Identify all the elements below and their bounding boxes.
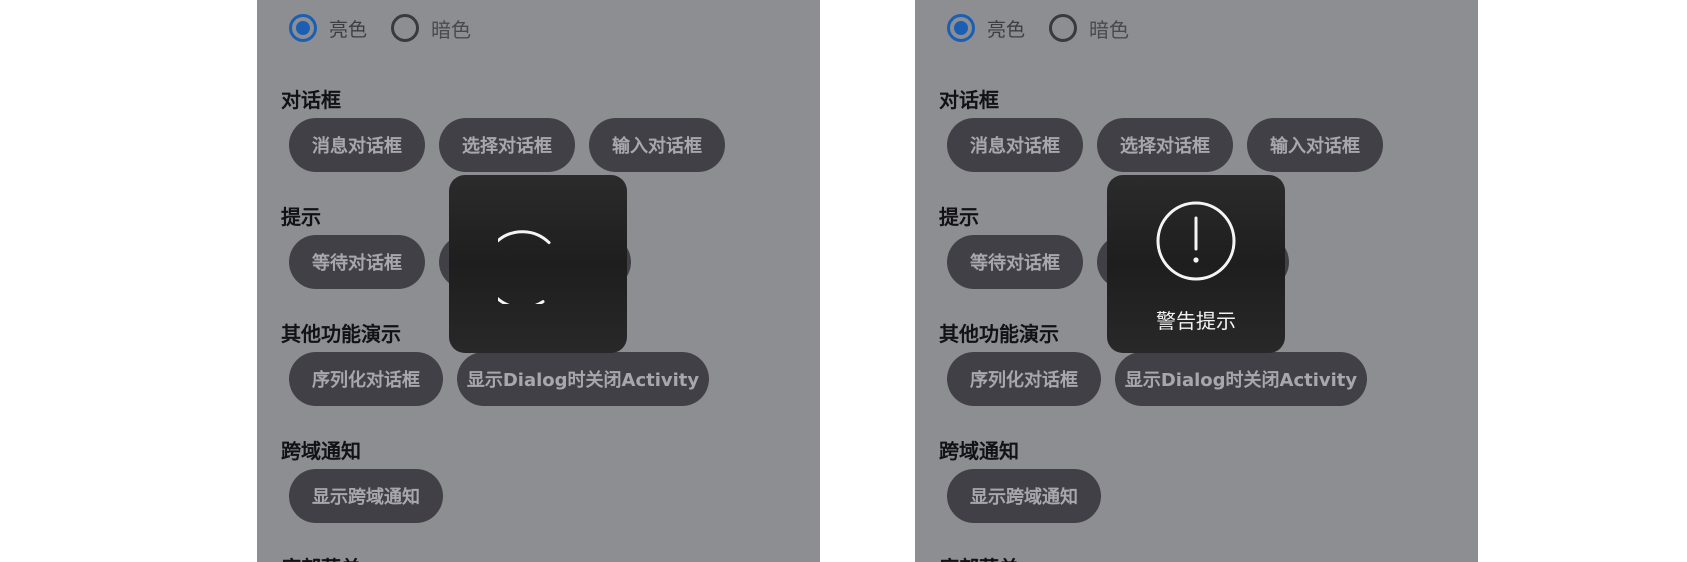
phone-screen-warning: 亮色 暗色 对话框 消息对话框 选择对话框 输入对话框 提示 等待对话框 其他功… [915, 0, 1478, 562]
loading-overlay [449, 175, 627, 353]
dark-radio[interactable] [391, 14, 420, 42]
phone-screen-loading: 亮色 暗色 对话框 消息对话框 选择对话框 输入对话框 提示 等待对话框 其他功… [257, 0, 820, 562]
section-title-bottom-menu: 底部菜单 [281, 552, 361, 562]
section-title-tips: 提示 [281, 205, 321, 229]
select-dialog-button[interactable]: 选择对话框 [439, 118, 575, 172]
section-title-cross: 跨域通知 [281, 439, 361, 463]
cross-notify-button[interactable]: 显示跨域通知 [289, 469, 443, 523]
message-dialog-button[interactable]: 消息对话框 [289, 118, 425, 172]
input-dialog-button[interactable]: 输入对话框 [1247, 118, 1383, 172]
section-title-dialog: 对话框 [939, 88, 999, 112]
close-activity-button[interactable]: 显示Dialog时关闭Activity [457, 352, 709, 406]
light-label: 亮色 [987, 18, 1026, 41]
section-title-bottom-menu: 底部菜单 [939, 552, 1019, 562]
section-title-dialog: 对话框 [281, 88, 341, 112]
close-activity-button[interactable]: 显示Dialog时关闭Activity [1115, 352, 1367, 406]
light-radio[interactable] [289, 14, 317, 42]
light-label: 亮色 [329, 18, 368, 41]
input-dialog-button[interactable]: 输入对话框 [589, 118, 725, 172]
section-title-cross: 跨域通知 [939, 439, 1019, 463]
theme-radio-group: 亮色 暗色 [947, 10, 1153, 46]
select-dialog-button[interactable]: 选择对话框 [1097, 118, 1233, 172]
serialize-dialog-button[interactable]: 序列化对话框 [947, 352, 1101, 406]
dark-label: 暗色 [431, 17, 472, 42]
cross-notify-button[interactable]: 显示跨域通知 [947, 469, 1101, 523]
dark-radio[interactable] [1049, 14, 1078, 42]
section-title-other: 其他功能演示 [939, 322, 1059, 346]
section-title-other: 其他功能演示 [281, 322, 401, 346]
light-radio[interactable] [947, 14, 975, 42]
warning-text: 警告提示 [1156, 309, 1236, 333]
theme-radio-group: 亮色 暗色 [289, 10, 495, 46]
loading-spinner-icon [498, 230, 551, 304]
wait-dialog-button[interactable]: 等待对话框 [947, 235, 1083, 289]
warning-circle-icon [1156, 201, 1236, 281]
warning-overlay: 警告提示 [1107, 175, 1285, 353]
message-dialog-button[interactable]: 消息对话框 [947, 118, 1083, 172]
dark-label: 暗色 [1089, 17, 1130, 42]
serialize-dialog-button[interactable]: 序列化对话框 [289, 352, 443, 406]
section-title-tips: 提示 [939, 205, 979, 229]
wait-dialog-button[interactable]: 等待对话框 [289, 235, 425, 289]
